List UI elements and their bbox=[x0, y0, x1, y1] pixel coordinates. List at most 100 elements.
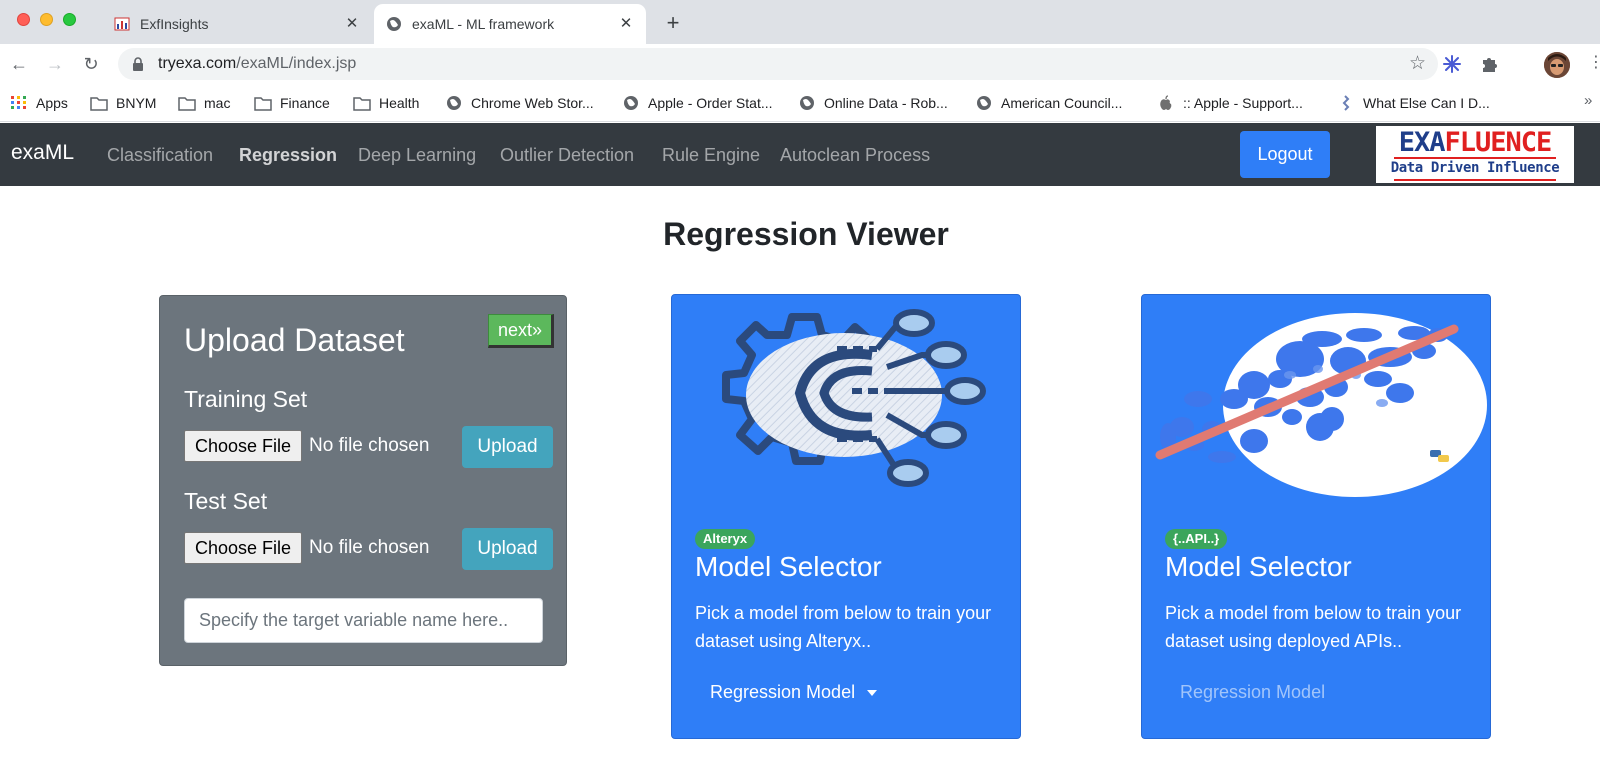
window-zoom-button[interactable] bbox=[63, 13, 76, 26]
training-file-status: No file chosen bbox=[309, 435, 430, 456]
card-description: Pick a model from below to train your da… bbox=[695, 603, 992, 651]
logo-rule bbox=[1394, 179, 1556, 181]
globe-icon bbox=[977, 96, 991, 110]
regression-model-dropdown[interactable]: Regression Model bbox=[710, 682, 878, 703]
bookmark-label: mac bbox=[204, 95, 231, 111]
dropdown-label: Regression Model bbox=[710, 682, 856, 702]
api-model-card: {..API..} Model Selector Pick a model fr… bbox=[1141, 294, 1491, 739]
page-title: Regression Viewer bbox=[663, 216, 949, 252]
training-choose-file-button[interactable]: Choose File bbox=[184, 430, 302, 462]
folder-icon bbox=[254, 97, 272, 111]
new-tab-button[interactable]: + bbox=[660, 10, 686, 36]
training-set-label: Training Set bbox=[184, 386, 308, 412]
address-bar[interactable]: tryexa.com/exaML/index.jsp ☆ bbox=[118, 48, 1438, 80]
url-text: tryexa.com/exaML/index.jsp bbox=[158, 55, 356, 73]
dropdown-label: Regression Model bbox=[1180, 682, 1326, 702]
back-arrow-icon[interactable]: ← bbox=[7, 52, 31, 76]
bookmark-american-council[interactable]: American Council... bbox=[975, 93, 1122, 113]
gear-circuit-illustration bbox=[722, 309, 986, 487]
folder-icon bbox=[178, 97, 196, 111]
logo-rule bbox=[1394, 157, 1556, 159]
training-upload-button[interactable]: Upload bbox=[462, 426, 553, 468]
nav-link-regression[interactable]: Regression bbox=[239, 145, 337, 166]
exfinsights-favicon-icon bbox=[114, 17, 130, 31]
tab-close-icon[interactable]: ✕ bbox=[342, 14, 362, 34]
nav-link-deep-learning[interactable]: Deep Learning bbox=[358, 145, 476, 166]
caret-down-icon bbox=[867, 690, 878, 697]
lock-icon bbox=[133, 57, 143, 71]
test-set-label: Test Set bbox=[184, 488, 268, 514]
logo-exa: EXA bbox=[1398, 127, 1446, 158]
bookmark-label: Chrome Web Stor... bbox=[471, 95, 594, 111]
exafluence-logo: EXAFLUENCE Data Driven Influence bbox=[1376, 126, 1574, 183]
nav-link-outlier-detection[interactable]: Outlier Detection bbox=[500, 145, 634, 166]
bookmark-label: Apps bbox=[36, 95, 68, 111]
bookmark-label: Apple - Order Stat... bbox=[648, 95, 773, 111]
regression-model-dropdown-disabled[interactable]: Regression Model bbox=[1180, 682, 1325, 703]
globe-icon bbox=[800, 96, 814, 110]
tab-close-icon[interactable]: ✕ bbox=[616, 14, 636, 34]
test-choose-file-button[interactable]: Choose File bbox=[184, 532, 302, 564]
apple-icon bbox=[1160, 95, 1172, 110]
bookmark-apple-order-status[interactable]: Apple - Order Stat... bbox=[622, 93, 773, 113]
browser-tab-examl[interactable]: exaML - ML framework ✕ bbox=[374, 4, 646, 44]
card-title: Model Selector bbox=[695, 551, 882, 582]
browser-tab-exfinsights[interactable]: ExfInsights ✕ bbox=[102, 4, 372, 44]
bookmark-folder-bnym[interactable]: BNYM bbox=[90, 93, 156, 113]
api-badge: {..API..} bbox=[1165, 529, 1228, 549]
browser-toolbar: ← → ↻ tryexa.com/exaML/index.jsp ☆ ⋮ bbox=[0, 44, 1600, 84]
test-file-status: No file chosen bbox=[309, 537, 430, 558]
folder-icon bbox=[90, 97, 108, 111]
target-variable-input[interactable]: Specify the target variable name here.. bbox=[184, 598, 543, 643]
upload-card-title: Upload Dataset bbox=[184, 322, 405, 358]
nav-link-autoclean-process[interactable]: Autoclean Process bbox=[780, 145, 930, 166]
test-upload-button[interactable]: Upload bbox=[462, 528, 553, 570]
browser-menu-icon[interactable]: ⋮ bbox=[1588, 52, 1600, 72]
url-path: /exaML/index.jsp bbox=[236, 55, 357, 72]
logo-fluence: FLUENCE bbox=[1444, 127, 1552, 158]
bookmark-apple-support[interactable]: :: Apple - Support... bbox=[1157, 93, 1303, 113]
app-navbar: exaML Classification Regression Deep Lea… bbox=[0, 123, 1600, 186]
logout-button[interactable]: Logout bbox=[1240, 131, 1330, 178]
apps-grid-icon bbox=[11, 96, 26, 109]
url-host: tryexa.com bbox=[158, 55, 237, 72]
navbar-brand[interactable]: exaML bbox=[11, 141, 74, 165]
bookmarks-overflow-button[interactable]: » bbox=[1584, 92, 1592, 109]
tab-title: ExfInsights bbox=[140, 16, 209, 32]
browser-tab-strip: ExfInsights ✕ exaML - ML framework ✕ + bbox=[0, 0, 1600, 44]
bookmark-label: Health bbox=[379, 95, 420, 111]
bookmark-chrome-web-store[interactable]: Chrome Web Stor... bbox=[445, 93, 594, 113]
ribbon-icon bbox=[1342, 95, 1350, 111]
bookmark-star-icon[interactable]: ☆ bbox=[1409, 52, 1426, 75]
bookmark-label: Finance bbox=[280, 95, 330, 111]
bookmark-label: :: Apple - Support... bbox=[1183, 95, 1303, 111]
globe-icon bbox=[387, 17, 401, 31]
bookmark-label: Online Data - Rob... bbox=[824, 95, 948, 111]
scatter-regression-illustration bbox=[1155, 313, 1487, 497]
logo-tagline: Data Driven Influence bbox=[1390, 160, 1560, 176]
nav-link-rule-engine[interactable]: Rule Engine bbox=[662, 145, 760, 166]
extension-sparkle-icon[interactable] bbox=[1442, 54, 1462, 74]
profile-avatar[interactable] bbox=[1544, 52, 1570, 78]
window-minimize-button[interactable] bbox=[40, 13, 53, 26]
bookmark-label: What Else Can I D... bbox=[1363, 95, 1490, 111]
logo-wordmark: EXAFLUENCE bbox=[1376, 127, 1574, 158]
extensions-puzzle-icon[interactable] bbox=[1479, 54, 1499, 74]
avatar-face-icon bbox=[1544, 52, 1570, 78]
globe-icon bbox=[447, 96, 461, 110]
bookmark-online-data[interactable]: Online Data - Rob... bbox=[798, 93, 948, 113]
reload-icon[interactable]: ↻ bbox=[79, 52, 103, 76]
tab-title: exaML - ML framework bbox=[412, 16, 555, 32]
bookmark-folder-health[interactable]: Health bbox=[353, 93, 419, 113]
window-close-button[interactable] bbox=[17, 13, 30, 26]
forward-arrow-icon[interactable]: → bbox=[43, 52, 67, 76]
upload-dataset-card: Upload Dataset next» Training Set Choose… bbox=[159, 295, 567, 666]
bookmark-folder-finance[interactable]: Finance bbox=[254, 93, 330, 113]
bookmark-apps[interactable]: Apps bbox=[10, 93, 68, 113]
bookmark-label: BNYM bbox=[116, 95, 157, 111]
nav-link-classification[interactable]: Classification bbox=[107, 145, 213, 166]
next-button[interactable]: next» bbox=[488, 314, 554, 348]
bookmark-what-else[interactable]: What Else Can I D... bbox=[1337, 93, 1490, 113]
folder-icon bbox=[353, 97, 371, 111]
bookmark-folder-mac[interactable]: mac bbox=[178, 93, 230, 113]
